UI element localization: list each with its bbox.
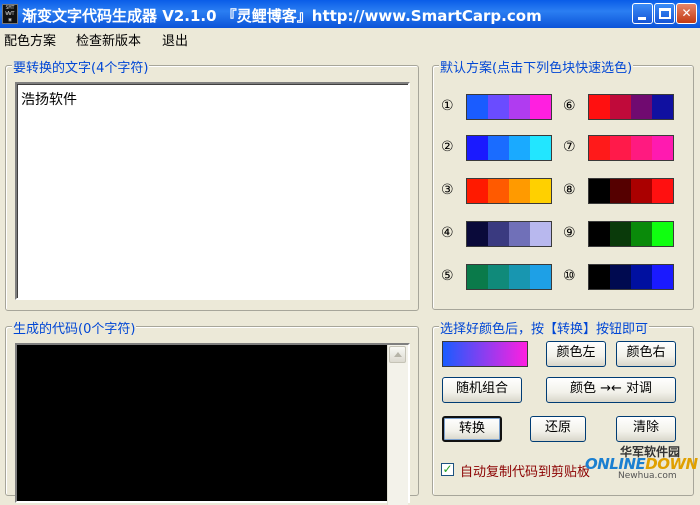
maximize-button[interactable]: [654, 3, 675, 24]
menu-color-scheme[interactable]: 配色方案: [4, 30, 56, 49]
restore-button[interactable]: 还原: [530, 416, 586, 442]
color-preview-swatch[interactable]: [442, 341, 528, 367]
random-combo-button[interactable]: 随机组合: [442, 377, 522, 403]
input-group: 要转换的文字(4个字符) 浩扬软件: [5, 57, 419, 311]
swap-colors-button[interactable]: 颜色 →← 对调: [546, 377, 676, 403]
input-textarea[interactable]: 浩扬软件: [15, 82, 410, 300]
scheme-swatch[interactable]: [588, 178, 674, 204]
scheme-number: ③: [441, 182, 454, 198]
input-group-label: 要转换的文字(4个字符): [12, 57, 150, 76]
checkmark-icon: ✓: [442, 462, 453, 476]
auto-copy-checkbox[interactable]: ✓: [441, 463, 454, 476]
controls-group-label: 选择好颜色后，按【转换】按钮即可: [439, 318, 650, 337]
input-text-value: 浩扬软件: [21, 92, 77, 108]
scheme-swatch[interactable]: [588, 94, 674, 120]
title-bar[interactable]: SMT WWT ▣ 渐变文字代码生成器 V2.1.0 『灵鲤博客』http://ww…: [0, 0, 700, 28]
scheme-swatch[interactable]: [588, 135, 674, 161]
output-group: 生成的代码(0个字符): [5, 318, 419, 505]
scroll-up-icon[interactable]: [389, 346, 406, 363]
watermark-url: Newhua.com: [618, 471, 677, 481]
output-group-label: 生成的代码(0个字符): [12, 318, 137, 337]
color-left-button[interactable]: 颜色左: [546, 341, 606, 367]
close-icon: ✕: [681, 6, 692, 20]
convert-button[interactable]: 转换: [442, 416, 502, 442]
menu-exit[interactable]: 退出: [162, 30, 188, 49]
app-icon: SMT WWT ▣: [2, 4, 18, 24]
scheme-number: ⑦: [563, 139, 576, 155]
scheme-swatch[interactable]: [466, 94, 552, 120]
scheme-number: ⑩: [563, 268, 576, 284]
scheme-number: ②: [441, 139, 454, 155]
scheme-number: ④: [441, 225, 454, 241]
scheme-swatch[interactable]: [466, 135, 552, 161]
maximize-icon: [659, 8, 671, 19]
auto-copy-label: 自动复制代码到剪贴板: [460, 465, 591, 480]
scheme-number: ⑧: [563, 182, 576, 198]
menu-check-update[interactable]: 检查新版本: [76, 30, 141, 49]
close-button[interactable]: ✕: [676, 3, 697, 24]
minimize-icon: [638, 17, 646, 20]
scheme-number: ⑥: [563, 98, 576, 114]
output-code-area[interactable]: [15, 343, 410, 505]
scheme-number: ⑨: [563, 225, 576, 241]
scheme-swatch[interactable]: [466, 221, 552, 247]
scheme-swatch[interactable]: [466, 264, 552, 290]
scheme-number: ⑤: [441, 268, 454, 284]
clear-button[interactable]: 清除: [616, 416, 676, 442]
menu-bar: 配色方案 检查新版本 退出: [0, 28, 700, 49]
scheme-swatch[interactable]: [466, 178, 552, 204]
color-right-button[interactable]: 颜色右: [616, 341, 676, 367]
minimize-button[interactable]: [632, 3, 653, 24]
scheme-swatch[interactable]: [588, 264, 674, 290]
scheme-number: ①: [441, 98, 454, 114]
scheme-swatch[interactable]: [588, 221, 674, 247]
schemes-group-label: 默认方案(点击下列色块快速选色): [439, 57, 634, 76]
window-title: 渐变文字代码生成器 V2.1.0 『灵鲤博客』http://www.SmartC…: [22, 7, 542, 25]
output-scrollbar[interactable]: [387, 345, 408, 505]
